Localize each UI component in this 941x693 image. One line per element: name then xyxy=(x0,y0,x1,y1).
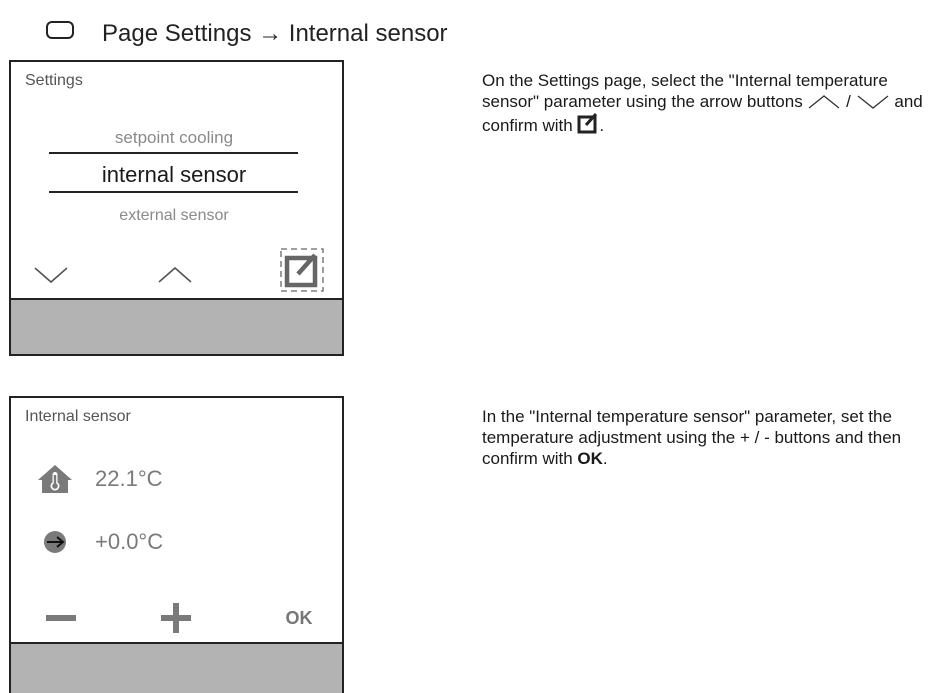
separator-text: / xyxy=(846,92,851,111)
instruction-end: . xyxy=(599,116,605,135)
adjustment-value: +0.0°C xyxy=(95,529,164,554)
internal-sensor-device-screen: Internal sensor 22.1°C +0.0°C OK xyxy=(9,396,344,693)
menu-item-setpoint-cooling[interactable]: setpoint cooling xyxy=(49,128,299,148)
ok-button[interactable]: OK xyxy=(275,603,323,633)
minus-icon xyxy=(46,615,76,621)
page-title: Page Settings → Internal sensor xyxy=(102,20,448,47)
selection-bottom-line xyxy=(49,191,298,193)
house-thermometer-icon xyxy=(38,465,72,493)
chevron-up-icon xyxy=(809,95,840,109)
screen-bottom-bar xyxy=(11,298,342,354)
chevron-down-icon xyxy=(34,267,68,284)
screen-bottom-bar xyxy=(11,642,342,693)
instruction-text: In the "Internal temperature sensor" par… xyxy=(482,407,902,468)
edit-confirm-button[interactable] xyxy=(279,247,325,293)
plus-button[interactable] xyxy=(156,598,196,638)
settings-instructions: On the Settings page, select the "Intern… xyxy=(482,70,932,136)
instruction-end: . xyxy=(602,449,608,468)
arrow-down-button[interactable] xyxy=(31,260,71,290)
screen-title: Settings xyxy=(25,72,83,89)
ok-emphasis: OK xyxy=(577,449,603,468)
arrow-up-button[interactable] xyxy=(155,260,195,290)
plus-icon xyxy=(161,603,191,633)
sensor-instructions: In the "Internal temperature sensor" par… xyxy=(482,406,932,469)
selection-top-line xyxy=(49,152,298,154)
temperature-value: 22.1°C xyxy=(95,466,163,491)
settings-device-screen: Settings setpoint cooling internal senso… xyxy=(9,60,344,356)
edit-icon xyxy=(280,248,324,292)
ok-label: OK xyxy=(285,607,313,628)
adjustment-reading: +0.0°C xyxy=(37,527,163,557)
menu-item-internal-sensor[interactable]: internal sensor xyxy=(49,162,299,188)
minus-button[interactable] xyxy=(41,603,81,633)
edit-icon xyxy=(577,112,598,134)
arrow-circle-icon xyxy=(44,531,66,553)
chevron-up-icon xyxy=(158,266,192,283)
page-header: Page Settings → Internal sensor xyxy=(46,14,448,54)
menu-item-external-sensor[interactable]: external sensor xyxy=(49,207,299,225)
rounded-rectangle-icon xyxy=(46,21,74,39)
temperature-reading: 22.1°C xyxy=(37,464,163,494)
chevron-down-icon xyxy=(857,95,889,109)
screen-title: Internal sensor xyxy=(25,408,131,425)
